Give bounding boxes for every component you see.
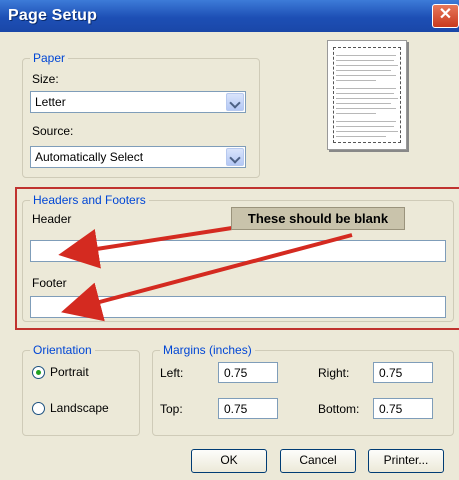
bottom-margin-value: 0.75 [379,402,403,416]
portrait-radio[interactable] [32,366,45,379]
arrow-to-header-icon [58,226,233,269]
landscape-radio[interactable] [32,402,45,415]
right-margin-label: Right: [318,366,350,380]
bottom-margin-input[interactable]: 0.75 [373,398,433,419]
left-margin-input[interactable]: 0.75 [218,362,278,383]
right-margin-value: 0.75 [379,366,403,380]
left-margin-label: Left: [160,366,184,380]
printer-button[interactable]: Printer... [368,449,444,473]
top-margin-value: 0.75 [224,402,248,416]
orientation-group [22,350,140,436]
bottom-margin-label: Bottom: [318,402,360,416]
top-margin-label: Top: [160,402,183,416]
portrait-label[interactable]: Portrait [50,365,89,379]
right-margin-input[interactable]: 0.75 [373,362,433,383]
margins-legend: Margins (inches) [160,343,255,357]
ok-button[interactable]: OK [191,449,267,473]
landscape-label[interactable]: Landscape [50,401,109,415]
orientation-legend: Orientation [30,343,95,357]
cancel-button[interactable]: Cancel [280,449,356,473]
left-margin-value: 0.75 [224,366,248,380]
annotation-callout: These should be blank [231,207,405,230]
top-margin-input[interactable]: 0.75 [218,398,278,419]
